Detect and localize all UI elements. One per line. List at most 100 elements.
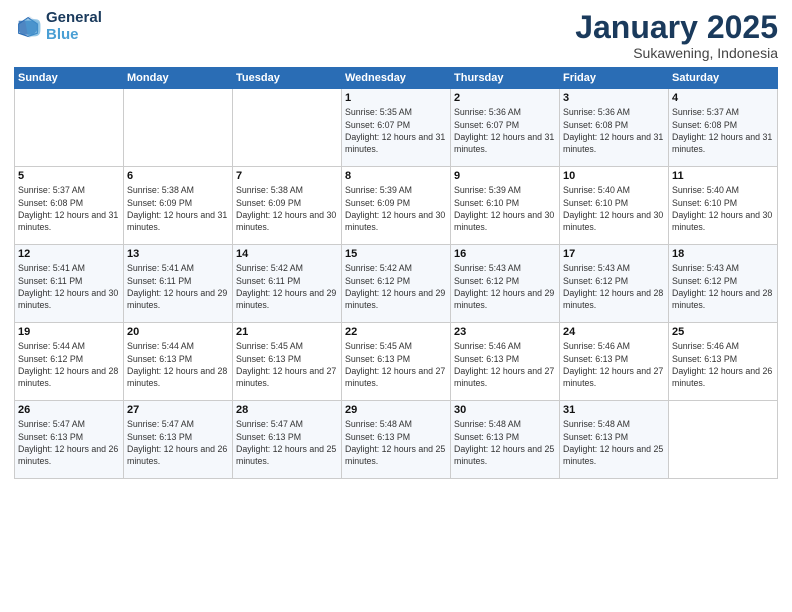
day-info: Sunrise: 5:39 AMSunset: 6:09 PMDaylight:… [345, 184, 447, 233]
calendar-table: Sunday Monday Tuesday Wednesday Thursday… [14, 67, 778, 479]
day-info: Sunrise: 5:48 AMSunset: 6:13 PMDaylight:… [454, 418, 556, 467]
day-number: 25 [672, 326, 774, 338]
header: General Blue January 2025 Sukawening, In… [14, 10, 778, 61]
weekday-header-row: Sunday Monday Tuesday Wednesday Thursday… [15, 68, 778, 89]
day-info: Sunrise: 5:36 AMSunset: 6:08 PMDaylight:… [563, 106, 665, 155]
day-info: Sunrise: 5:40 AMSunset: 6:10 PMDaylight:… [672, 184, 774, 233]
day-number: 16 [454, 248, 556, 260]
day-number: 31 [563, 404, 665, 416]
day-number: 10 [563, 170, 665, 182]
logo-text: General Blue [46, 10, 102, 43]
day-number: 19 [18, 326, 120, 338]
day-info: Sunrise: 5:48 AMSunset: 6:13 PMDaylight:… [345, 418, 447, 467]
day-info: Sunrise: 5:37 AMSunset: 6:08 PMDaylight:… [18, 184, 120, 233]
table-row: 8 Sunrise: 5:39 AMSunset: 6:09 PMDaylight… [342, 167, 451, 245]
day-info: Sunrise: 5:46 AMSunset: 6:13 PMDaylight:… [454, 340, 556, 389]
header-tuesday: Tuesday [233, 68, 342, 89]
table-row: 12 Sunrise: 5:41 AMSunset: 6:11 PMDayligh… [15, 245, 124, 323]
location-subtitle: Sukawening, Indonesia [575, 45, 778, 61]
day-number: 1 [345, 92, 447, 104]
page: General Blue January 2025 Sukawening, In… [0, 0, 792, 612]
table-row: 11 Sunrise: 5:40 AMSunset: 6:10 PMDayligh… [669, 167, 778, 245]
day-info: Sunrise: 5:37 AMSunset: 6:08 PMDaylight:… [672, 106, 774, 155]
table-row: 3 Sunrise: 5:36 AMSunset: 6:08 PMDaylight… [560, 89, 669, 167]
table-row: 26Sunrise: 5:47 AMSunset: 6:13 PMDayligh… [15, 401, 124, 479]
day-number: 23 [454, 326, 556, 338]
day-info: Sunrise: 5:44 AMSunset: 6:12 PMDaylight:… [18, 340, 120, 389]
table-row: 10 Sunrise: 5:40 AMSunset: 6:10 PMDayligh… [560, 167, 669, 245]
day-number: 17 [563, 248, 665, 260]
day-info: Sunrise: 5:41 AMSunset: 6:11 PMDaylight:… [18, 262, 120, 311]
day-info: Sunrise: 5:42 AMSunset: 6:11 PMDaylight:… [236, 262, 338, 311]
month-title: January 2025 [575, 10, 778, 45]
table-row: 5 Sunrise: 5:37 AMSunset: 6:08 PMDaylight… [15, 167, 124, 245]
table-row: 22 Sunrise: 5:45 AMSunset: 6:13 PMDayligh… [342, 323, 451, 401]
table-row: 2 Sunrise: 5:36 AMSunset: 6:07 PMDaylight… [451, 89, 560, 167]
table-row: 28 Sunrise: 5:47 AMSunset: 6:13 PMDayligh… [233, 401, 342, 479]
day-info: Sunrise: 5:36 AMSunset: 6:07 PMDaylight:… [454, 106, 556, 155]
title-block: January 2025 Sukawening, Indonesia [575, 10, 778, 61]
day-number: 18 [672, 248, 774, 260]
day-number: 2 [454, 92, 556, 104]
day-number: 5 [18, 170, 120, 182]
table-row: 25 Sunrise: 5:46 AMSunset: 6:13 PMDayligh… [669, 323, 778, 401]
day-info: Sunrise: 5:46 AMSunset: 6:13 PMDaylight:… [672, 340, 774, 389]
table-row: 29Sunrise: 5:48 AMSunset: 6:13 PMDayligh… [342, 401, 451, 479]
table-row: 1 Sunrise: 5:35 AMSunset: 6:07 PMDaylight… [342, 89, 451, 167]
header-sunday: Sunday [15, 68, 124, 89]
day-number: 3 [563, 92, 665, 104]
table-row: 15Sunrise: 5:42 AMSunset: 6:12 PMDayligh… [342, 245, 451, 323]
logo: General Blue [14, 10, 102, 43]
day-number: 14 [236, 248, 338, 260]
calendar-week-row: 1 Sunrise: 5:35 AMSunset: 6:07 PMDaylight… [15, 89, 778, 167]
table-row: 30Sunrise: 5:48 AMSunset: 6:13 PMDayligh… [451, 401, 560, 479]
day-number: 8 [345, 170, 447, 182]
day-info: Sunrise: 5:35 AMSunset: 6:07 PMDaylight:… [345, 106, 447, 155]
table-row: 17Sunrise: 5:43 AMSunset: 6:12 PMDayligh… [560, 245, 669, 323]
day-number: 27 [127, 404, 229, 416]
table-row: 14 Sunrise: 5:42 AMSunset: 6:11 PMDayligh… [233, 245, 342, 323]
day-number: 9 [454, 170, 556, 182]
table-row: 18 Sunrise: 5:43 AMSunset: 6:12 PMDayligh… [669, 245, 778, 323]
day-number: 6 [127, 170, 229, 182]
table-row: 6Sunrise: 5:38 AMSunset: 6:09 PMDaylight… [124, 167, 233, 245]
table-row [124, 89, 233, 167]
calendar-week-row: 5 Sunrise: 5:37 AMSunset: 6:08 PMDaylight… [15, 167, 778, 245]
day-info: Sunrise: 5:40 AMSunset: 6:10 PMDaylight:… [563, 184, 665, 233]
header-saturday: Saturday [669, 68, 778, 89]
day-info: Sunrise: 5:45 AMSunset: 6:13 PMDaylight:… [236, 340, 338, 389]
table-row: 16Sunrise: 5:43 AMSunset: 6:12 PMDayligh… [451, 245, 560, 323]
table-row: 27 Sunrise: 5:47 AMSunset: 6:13 PMDayligh… [124, 401, 233, 479]
day-number: 20 [127, 326, 229, 338]
table-row [15, 89, 124, 167]
day-info: Sunrise: 5:45 AMSunset: 6:13 PMDaylight:… [345, 340, 447, 389]
table-row [233, 89, 342, 167]
day-info: Sunrise: 5:38 AMSunset: 6:09 PMDaylight:… [236, 184, 338, 233]
day-info: Sunrise: 5:47 AMSunset: 6:13 PMDaylight:… [236, 418, 338, 467]
day-info: Sunrise: 5:44 AMSunset: 6:13 PMDaylight:… [127, 340, 229, 389]
day-number: 4 [672, 92, 774, 104]
day-number: 28 [236, 404, 338, 416]
day-number: 11 [672, 170, 774, 182]
calendar-week-row: 26 Sunrise: 5:47 AMSunset: 6:13 PMDayligh… [15, 401, 778, 479]
day-info: Sunrise: 5:46 AMSunset: 6:13 PMDaylight:… [563, 340, 665, 389]
header-friday: Friday [560, 68, 669, 89]
table-row: 24 Sunrise: 5:46 AMSunset: 6:13 PMDayligh… [560, 323, 669, 401]
day-number: 24 [563, 326, 665, 338]
day-number: 26 [18, 404, 120, 416]
day-number: 21 [236, 326, 338, 338]
day-number: 15 [345, 248, 447, 260]
day-number: 7 [236, 170, 338, 182]
table-row: 21 Sunrise: 5:45 AMSunset: 6:13 PMDayligh… [233, 323, 342, 401]
table-row: 23 Sunrise: 5:46 AMSunset: 6:13 PMDayligh… [451, 323, 560, 401]
table-row: 20 Sunrise: 5:44 AMSunset: 6:13 PMDayligh… [124, 323, 233, 401]
day-info: Sunrise: 5:43 AMSunset: 6:12 PMDaylight:… [672, 262, 774, 311]
table-row: 9Sunrise: 5:39 AMSunset: 6:10 PMDaylight… [451, 167, 560, 245]
day-info: Sunrise: 5:47 AMSunset: 6:13 PMDaylight:… [127, 418, 229, 467]
table-row [669, 401, 778, 479]
table-row: 4 Sunrise: 5:37 AMSunset: 6:08 PMDaylight… [669, 89, 778, 167]
calendar-week-row: 19 Sunrise: 5:44 AMSunset: 6:12 PMDayligh… [15, 323, 778, 401]
day-number: 12 [18, 248, 120, 260]
day-number: 13 [127, 248, 229, 260]
day-number: 22 [345, 326, 447, 338]
